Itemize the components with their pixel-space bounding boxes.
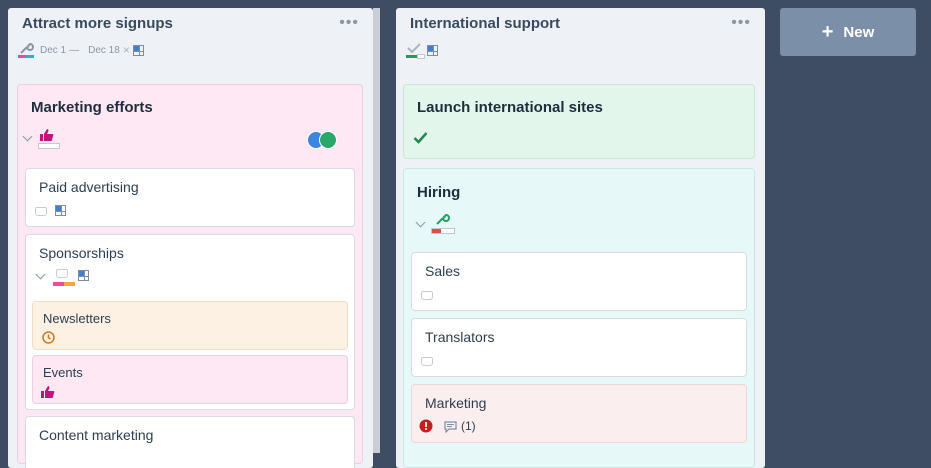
column-title[interactable]: International support: [410, 15, 560, 32]
inbox-icon: [421, 291, 433, 300]
alert-icon: [419, 419, 433, 438]
column-meta: Dec 1 — Dec 18 ×: [8, 38, 373, 62]
check-icon: [406, 42, 425, 59]
card-title: Marketing efforts: [31, 99, 153, 116]
board-icon[interactable]: [132, 44, 144, 56]
card-title: Hiring: [417, 184, 461, 201]
card-title: Events: [43, 365, 83, 380]
card-events[interactable]: Events: [32, 355, 348, 404]
clock-icon: [42, 331, 55, 349]
card-title: Translators: [425, 329, 495, 345]
card-launch-international-sites[interactable]: Launch international sites: [403, 84, 755, 159]
card-title: Launch international sites: [417, 99, 603, 116]
card-translators[interactable]: Translators: [411, 318, 747, 377]
inbox-icon: [56, 269, 68, 278]
progress-bar: [431, 228, 455, 234]
card-title: Paid advertising: [39, 179, 139, 195]
start-date[interactable]: Dec 1: [40, 45, 66, 56]
comment-count: (1): [461, 419, 476, 433]
comment-icon[interactable]: [444, 420, 457, 438]
column-attract-more-signups: Attract more signups ••• Dec 1 — Dec 18 …: [8, 8, 373, 468]
chevron-down-icon[interactable]: [415, 217, 426, 228]
card-title: Content marketing: [39, 427, 154, 443]
check-icon: [413, 131, 428, 149]
progress-bar: [53, 282, 75, 286]
card-title: Sales: [425, 263, 461, 279]
column-menu-button[interactable]: •••: [339, 14, 359, 32]
column-menu-button[interactable]: •••: [731, 14, 751, 32]
thumbs-up-icon: [41, 385, 55, 403]
card-title: Newsletters: [43, 311, 111, 326]
card-newsletters[interactable]: Newsletters: [32, 301, 348, 350]
new-button-label: New: [843, 23, 875, 41]
card-content-marketing[interactable]: Content marketing: [25, 416, 355, 468]
card-hiring[interactable]: Hiring Sales Translators Marketing (1): [403, 168, 755, 468]
progress-bar: [38, 143, 60, 149]
end-date[interactable]: Dec 18: [88, 45, 120, 56]
card-paid-advertising[interactable]: Paid advertising: [25, 168, 355, 227]
avatar[interactable]: [319, 131, 337, 149]
column-international-support: International support ••• Launch interna…: [396, 8, 765, 468]
chevron-down-icon[interactable]: [35, 269, 46, 280]
board-icon[interactable]: [427, 44, 438, 56]
inbox-icon: [421, 357, 433, 366]
board-icon[interactable]: [78, 270, 89, 281]
card-marketing-efforts[interactable]: Marketing efforts Paid advertising Spons…: [17, 84, 363, 468]
card-title: Sponsorships: [39, 245, 124, 261]
plus-icon: +: [821, 20, 834, 43]
chevron-down-icon[interactable]: [22, 131, 33, 142]
wrench-icon: [18, 42, 34, 58]
board-icon[interactable]: [55, 205, 66, 216]
column-header: International support •••: [396, 8, 765, 38]
card-marketing[interactable]: Marketing (1): [411, 384, 747, 443]
card-sales[interactable]: Sales: [411, 252, 747, 311]
card-sponsorships[interactable]: Sponsorships Newsletters Events: [25, 234, 355, 410]
clear-date-icon[interactable]: ×: [123, 43, 130, 57]
scrollbar[interactable]: [373, 8, 380, 453]
column-title[interactable]: Attract more signups: [22, 15, 173, 32]
card-title: Marketing: [425, 395, 487, 411]
column-meta: [396, 38, 765, 62]
new-column-button[interactable]: + New: [780, 8, 916, 56]
inbox-icon: [35, 207, 47, 216]
column-header: Attract more signups •••: [8, 8, 373, 38]
